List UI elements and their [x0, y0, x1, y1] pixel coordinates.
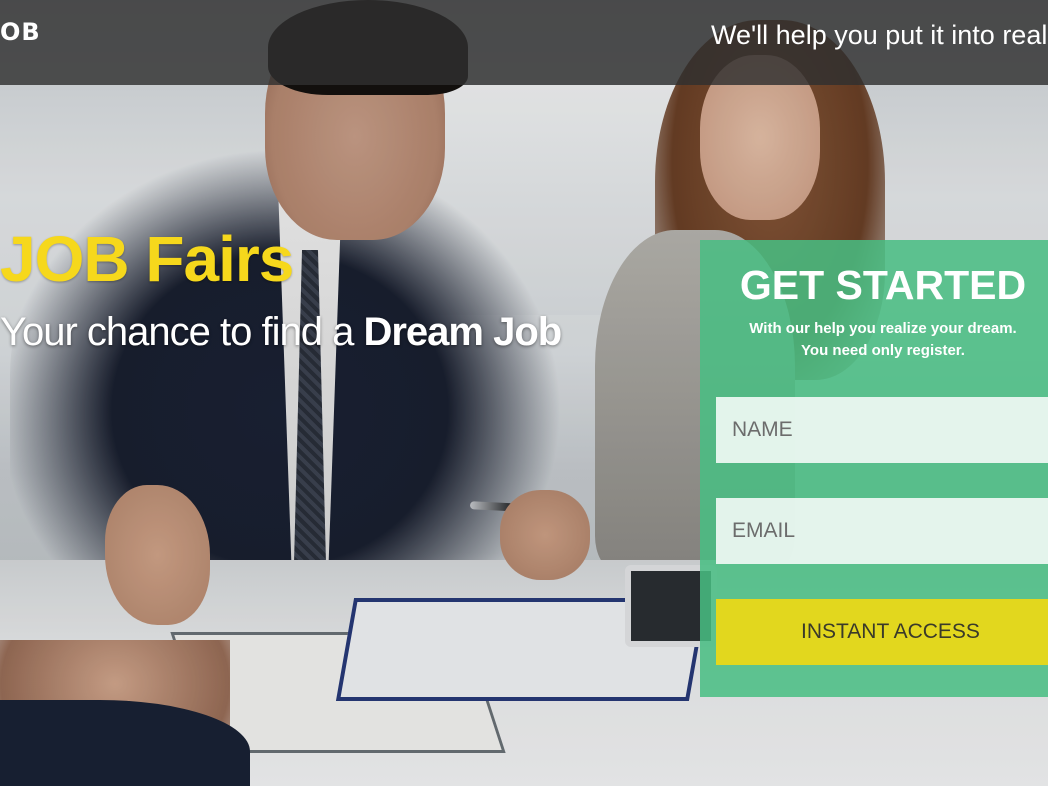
signup-subtitle-line2: You need only register.	[801, 342, 965, 359]
hero-subtitle-prefix: Your chance to find a	[0, 310, 364, 354]
header-tagline: We'll help you put it into reali	[711, 20, 1048, 50]
hero-subtitle: Your chance to find a Dream Job	[0, 310, 562, 355]
signup-title: GET STARTED	[739, 262, 1027, 308]
signup-subtitle-line1: With our help you realize your dream.	[749, 320, 1017, 337]
instant-access-button[interactable]: INSTANT ACCESS	[716, 599, 1048, 665]
top-header-bar: OB We'll help you put it into reali	[0, 0, 1048, 85]
email-input[interactable]	[716, 498, 1048, 564]
hero-subtitle-highlight: Dream Job	[363, 310, 562, 354]
signup-panel: GET STARTED With our help you realize yo…	[700, 240, 1048, 697]
landing-page: OB We'll help you put it into reali JOB …	[0, 0, 1048, 786]
signup-subtitle: With our help you realize your dream. Yo…	[700, 318, 1048, 362]
name-input[interactable]	[716, 397, 1048, 463]
hero-title: JOB Fairs	[0, 223, 294, 295]
site-logo[interactable]: OB	[0, 18, 41, 46]
